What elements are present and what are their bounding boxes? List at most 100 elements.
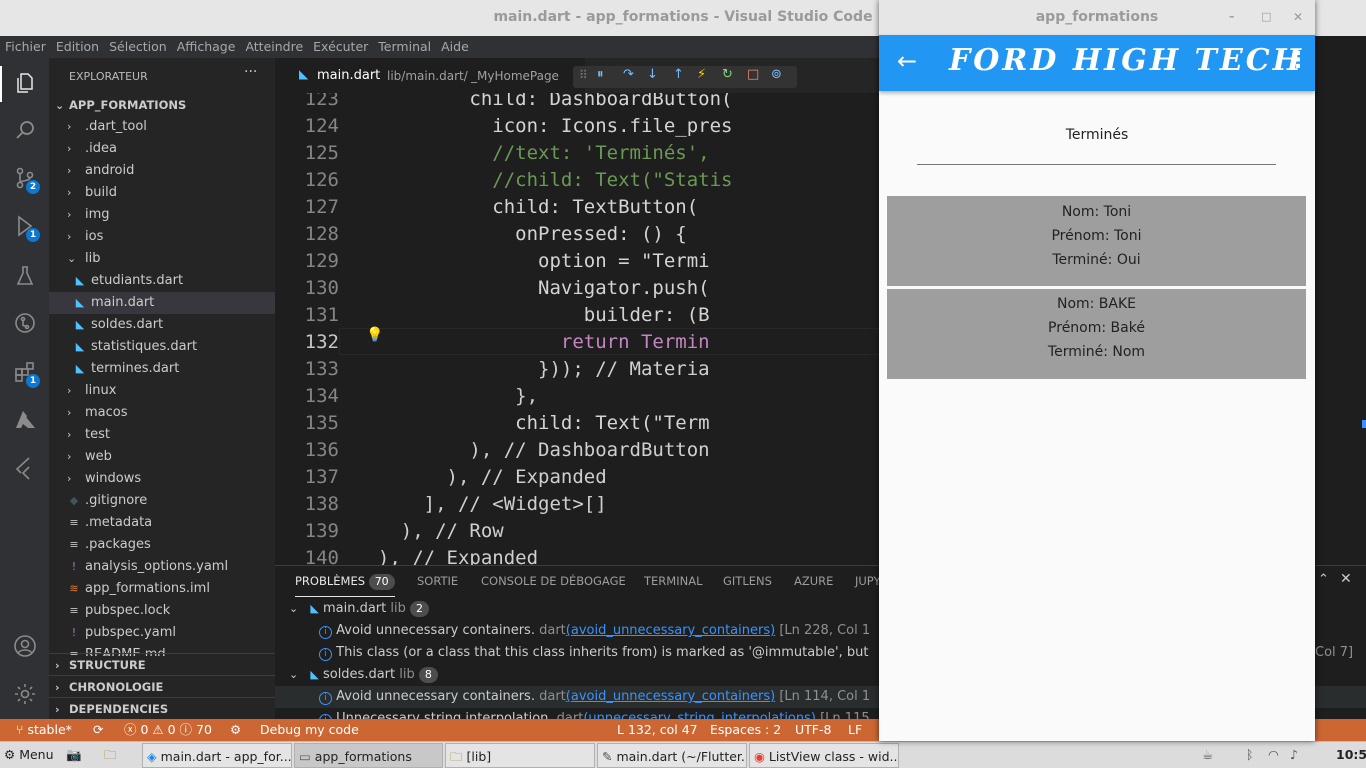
menu-terminal[interactable]: Terminal bbox=[373, 36, 436, 58]
encoding[interactable]: UTF-8 bbox=[795, 719, 831, 741]
gitlens-icon[interactable] bbox=[12, 311, 38, 337]
cursor-position[interactable]: L 132, col 47 bbox=[617, 719, 698, 741]
restart-icon[interactable]: ↻ bbox=[722, 67, 733, 82]
section-chronologie[interactable]: › CHRONOLOGIE bbox=[49, 675, 275, 697]
explorer-item[interactable]: › img bbox=[49, 204, 275, 226]
debug-config[interactable]: Debug my code bbox=[260, 719, 359, 741]
explorer-item[interactable]: › test bbox=[49, 424, 275, 446]
problem-rule-link[interactable]: (avoid_unnecessary_containers) bbox=[566, 689, 775, 704]
sync-icon[interactable]: ⟳ bbox=[93, 719, 103, 741]
screenshot-icon[interactable]: 📷 bbox=[66, 742, 82, 768]
azure-icon[interactable] bbox=[12, 408, 38, 434]
search-icon[interactable] bbox=[12, 118, 38, 144]
explorer-item[interactable]: › android bbox=[49, 160, 275, 182]
menu-edition[interactable]: Edition bbox=[51, 36, 104, 58]
explorer-item[interactable]: ! pubspec.yaml bbox=[49, 622, 275, 644]
section-structure[interactable]: › STRUCTURE bbox=[49, 653, 275, 675]
tab-sortie[interactable]: SORTIE bbox=[417, 574, 458, 588]
explorer-item[interactable]: ◣ main.dart bbox=[49, 292, 275, 314]
explorer-item[interactable]: ≡ .packages bbox=[49, 534, 275, 556]
explorer-item[interactable]: ≡ pubspec.lock bbox=[49, 600, 275, 622]
more-vert-icon[interactable]: ⋮ bbox=[1287, 48, 1309, 74]
minimap[interactable] bbox=[1315, 93, 1366, 565]
explorer-item[interactable]: ◆ .gitignore bbox=[49, 490, 275, 512]
breadcrumb-item[interactable]: _MyHomePage bbox=[471, 69, 559, 83]
clock[interactable]: 10:53 bbox=[1336, 742, 1366, 768]
explorer-item[interactable]: ◣ etudiants.dart bbox=[49, 270, 275, 292]
task-vscode[interactable]: ◈ main.dart - app_for... bbox=[142, 743, 292, 768]
task-text-editor[interactable]: ✎ main.dart (~/Flutter... bbox=[597, 743, 747, 768]
tab-jupyter[interactable]: JUPY bbox=[855, 574, 881, 588]
explorer-item[interactable]: › macos bbox=[49, 402, 275, 424]
tab-azure[interactable]: AZURE bbox=[794, 574, 833, 588]
menu-atteindre[interactable]: Atteindre bbox=[240, 36, 308, 58]
menu-aide[interactable]: Aide bbox=[436, 36, 474, 58]
section-dependencies[interactable]: › DEPENDENCIES bbox=[49, 697, 275, 719]
close-icon[interactable]: ✕ bbox=[1293, 0, 1303, 34]
dart-file-icon: ◣ bbox=[75, 318, 85, 331]
task-app-formations[interactable]: ▭ app_formations bbox=[294, 743, 443, 768]
explorer-item[interactable]: ! analysis_options.yaml bbox=[49, 556, 275, 578]
menu-affichage[interactable]: Affichage bbox=[172, 36, 241, 58]
maximize-icon[interactable]: □ bbox=[1261, 0, 1271, 34]
list-item[interactable]: Nom: BAKE Prénom: Baké Terminé: Nom bbox=[887, 289, 1306, 379]
testing-icon[interactable] bbox=[12, 264, 38, 290]
explorer-item[interactable]: ≋ app_formations.iml bbox=[49, 578, 275, 600]
explorer-item[interactable]: › linux bbox=[49, 380, 275, 402]
files-launcher-icon[interactable]: 🗀 bbox=[104, 742, 117, 768]
menu-fichier[interactable]: Fichier bbox=[0, 36, 51, 58]
bluetooth-icon[interactable]: ᛒ bbox=[1246, 742, 1254, 768]
tray-app-icon[interactable]: ☕ bbox=[1202, 742, 1213, 768]
problems-status[interactable]: ⓧ 0 ⚠ 0 ⓘ 70 bbox=[124, 719, 212, 741]
tab-gitlens[interactable]: GITLENS bbox=[723, 574, 772, 588]
explorer-item[interactable]: ◣ soldes.dart bbox=[49, 314, 275, 336]
explorer-item[interactable]: › .idea bbox=[49, 138, 275, 160]
hot-reload-icon[interactable]: ⚡ bbox=[697, 67, 706, 82]
maximize-panel-icon[interactable]: ⌃ bbox=[1318, 572, 1329, 587]
step-into-icon[interactable]: ↓ bbox=[647, 67, 658, 82]
explorer-item[interactable]: › .dart_tool bbox=[49, 116, 275, 138]
explorer-item[interactable]: ◣ termines.dart bbox=[49, 358, 275, 380]
step-over-icon[interactable]: ↷ bbox=[623, 67, 634, 82]
wifi-icon[interactable]: ◠ bbox=[1268, 742, 1279, 768]
back-arrow-icon[interactable]: ← bbox=[897, 48, 917, 74]
menu-executer[interactable]: Exécuter bbox=[308, 36, 373, 58]
explorer-item[interactable]: › windows bbox=[49, 468, 275, 490]
drag-handle-icon[interactable]: ⠿ bbox=[579, 68, 588, 82]
minimize-icon[interactable]: – bbox=[1229, 0, 1235, 34]
explorer-item[interactable]: ≡ .metadata bbox=[49, 512, 275, 534]
task-lib-folder[interactable]: 🗀 [lib] bbox=[445, 743, 595, 768]
explorer-item[interactable]: › web bbox=[49, 446, 275, 468]
problem-source: dart bbox=[539, 689, 566, 704]
inspect-icon[interactable]: ⊚ bbox=[771, 67, 782, 82]
step-out-icon[interactable]: ↑ bbox=[673, 67, 684, 82]
explorer-item[interactable]: ◣ statistiques.dart bbox=[49, 336, 275, 358]
flutter-icon[interactable] bbox=[12, 456, 38, 482]
list-item[interactable]: Nom: Toni Prénom: Toni Terminé: Oui bbox=[887, 196, 1306, 286]
files-icon[interactable] bbox=[12, 71, 38, 97]
code-editor[interactable]: 💡 123 child: DashboardButton(124 icon: I… bbox=[275, 93, 880, 565]
pause-icon[interactable]: ⏸ bbox=[597, 67, 604, 82]
tab-console[interactable]: CONSOLE DE DÉBOGAGE bbox=[481, 574, 626, 588]
explorer-more-icon[interactable]: ··· bbox=[244, 64, 257, 80]
explorer-item[interactable]: ⌄ lib bbox=[49, 248, 275, 270]
indentation[interactable]: Espaces : 2 bbox=[710, 719, 781, 741]
sound-icon[interactable]: ♪ bbox=[1290, 742, 1298, 768]
branch-item[interactable]: ⑂ stable* bbox=[16, 719, 72, 741]
stop-icon[interactable]: □ bbox=[747, 67, 759, 82]
tab-terminal[interactable]: TERMINAL bbox=[644, 574, 702, 588]
breadcrumb[interactable]: lib/main.dart/ bbox=[387, 69, 468, 83]
explorer-item[interactable]: › build bbox=[49, 182, 275, 204]
explorer-root[interactable]: ⌄ APP_FORMATIONS bbox=[49, 94, 275, 116]
close-panel-icon[interactable]: ✕ bbox=[1340, 571, 1352, 587]
problem-rule-link[interactable]: (avoid_unnecessary_containers) bbox=[566, 623, 775, 638]
eol[interactable]: LF bbox=[848, 719, 862, 741]
task-browser[interactable]: ◉ ListView class - wid... bbox=[749, 743, 899, 768]
tab-main-dart[interactable]: ◣ main.dart lib/main.dart/ _MyHomePage bbox=[275, 58, 585, 93]
explorer-item[interactable]: › ios bbox=[49, 226, 275, 248]
account-icon[interactable] bbox=[12, 634, 38, 660]
start-menu[interactable]: ⚙ Menu bbox=[4, 742, 54, 768]
settings-gear-icon[interactable] bbox=[12, 682, 38, 708]
menu-selection[interactable]: Sélection bbox=[104, 36, 172, 58]
tab-problemes[interactable]: PROBLÈMES 70 bbox=[295, 574, 395, 590]
